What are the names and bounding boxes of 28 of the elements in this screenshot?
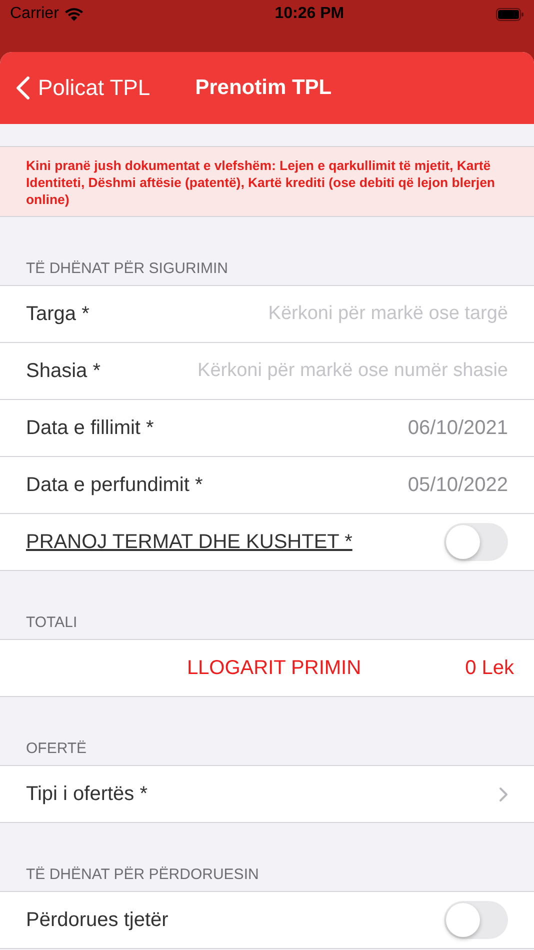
field-label: Data e fillimit * [26, 416, 154, 440]
search-field[interactable]: Kërkoni për markë ose targë [103, 303, 508, 325]
terms-link[interactable]: PRANOJ TERMAT DHE KUSHTET * [26, 530, 352, 554]
section-header: TË DHËNAT PËR SIGURIMIN [25, 259, 229, 279]
toggle-switch[interactable] [444, 901, 508, 939]
date-value[interactable]: 06/10/2021 [408, 416, 508, 440]
search-field[interactable]: Kërkoni për markë ose numër shasie [114, 360, 508, 382]
battery-icon [496, 8, 524, 20]
toggle-label: Përdorues tjetër [26, 908, 168, 932]
field-label: Data e perfundimit * [26, 474, 203, 496]
section-header: OFERTË [25, 739, 88, 759]
back-button[interactable]: Policat TPL [16, 75, 150, 101]
toggle-switch[interactable] [444, 523, 508, 561]
field-label: Targa * [26, 302, 90, 326]
section-header: TË DHËNAT PËR PËRDORUESIN [25, 865, 260, 885]
field-label: Shasia * [26, 360, 100, 382]
carrier-label: Carrier [10, 5, 59, 23]
calculate-button[interactable]: LLOGARIT PRIMIN [186, 656, 362, 680]
clock: 10:26 PM [274, 5, 344, 23]
back-chevron-icon [16, 76, 30, 100]
total-amount: 0 Lek [465, 656, 514, 680]
chevron-right-icon [499, 786, 508, 802]
date-value[interactable]: 05/10/2022 [408, 474, 508, 496]
wifi-icon [64, 8, 83, 20]
screen-title: Prenotim TPL [195, 76, 332, 100]
section-header: TOTALI [25, 613, 78, 633]
offer-type-row[interactable]: Tipi i ofertës * [0, 766, 534, 822]
notice-banner: Kini pranë jush dokumentat e vlefshëm: Lejen e qarkullimit të mjetit, Kartë Identiteti, Dëshmi aftësie (patentë), Kartë krediti (ose debiti që lejon blerjen online) [0, 147, 534, 217]
